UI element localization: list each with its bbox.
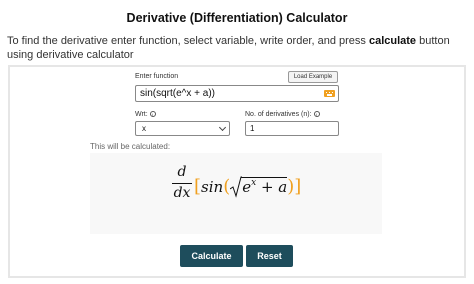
derivative-numerator: d	[177, 164, 187, 180]
radical-sign	[230, 176, 243, 198]
intro-bold: calculate	[368, 35, 417, 47]
intro-text: To find the derivative enter function, s…	[7, 34, 469, 62]
num-derivatives-input[interactable]: 1	[245, 121, 339, 136]
intro-part1: To find the derivative enter function, s…	[7, 35, 369, 47]
wrt-select-value: x	[142, 124, 146, 133]
info-icon[interactable]: i	[149, 111, 156, 118]
function-label: Enter function	[135, 73, 179, 80]
fraction-bar	[172, 183, 192, 184]
math-preview: d dx [sin(ex + a)]	[90, 153, 382, 234]
reset-button[interactable]: Reset	[246, 245, 293, 267]
derivative-denominator: dx	[173, 185, 191, 201]
close-bracket: ]	[294, 176, 302, 197]
num-derivatives-label-text: No. of derivatives (n):	[245, 111, 312, 118]
sin-text: sin	[201, 178, 224, 196]
open-paren: (	[223, 176, 231, 197]
chevron-down-icon	[218, 123, 227, 132]
wrt-label: Wrt: i	[135, 111, 156, 118]
radical-bar	[241, 177, 288, 178]
plus-a: + a	[256, 178, 288, 196]
function-input[interactable]: sin(sqrt(e^x + a))	[135, 85, 339, 102]
calculate-button[interactable]: Calculate	[180, 245, 243, 267]
load-example-button[interactable]: Load Example	[288, 71, 338, 83]
base-e: e	[242, 178, 252, 196]
wrt-select[interactable]: x	[135, 121, 230, 136]
calculator-panel: Enter function Load Example sin(sqrt(e^x…	[8, 65, 466, 278]
num-derivatives-label: No. of derivatives (n): i	[245, 111, 320, 118]
wrt-label-text: Wrt:	[135, 111, 148, 118]
square-root: ex + a	[230, 176, 288, 198]
page-title: Derivative (Differentiation) Calculator	[126, 11, 348, 25]
calculation-note: This will be calculated:	[90, 142, 171, 151]
keyboard-icon[interactable]	[324, 90, 335, 97]
open-bracket: [	[194, 176, 202, 197]
function-expression: [sin(ex + a)]	[194, 176, 302, 198]
info-icon[interactable]: i	[313, 111, 320, 118]
